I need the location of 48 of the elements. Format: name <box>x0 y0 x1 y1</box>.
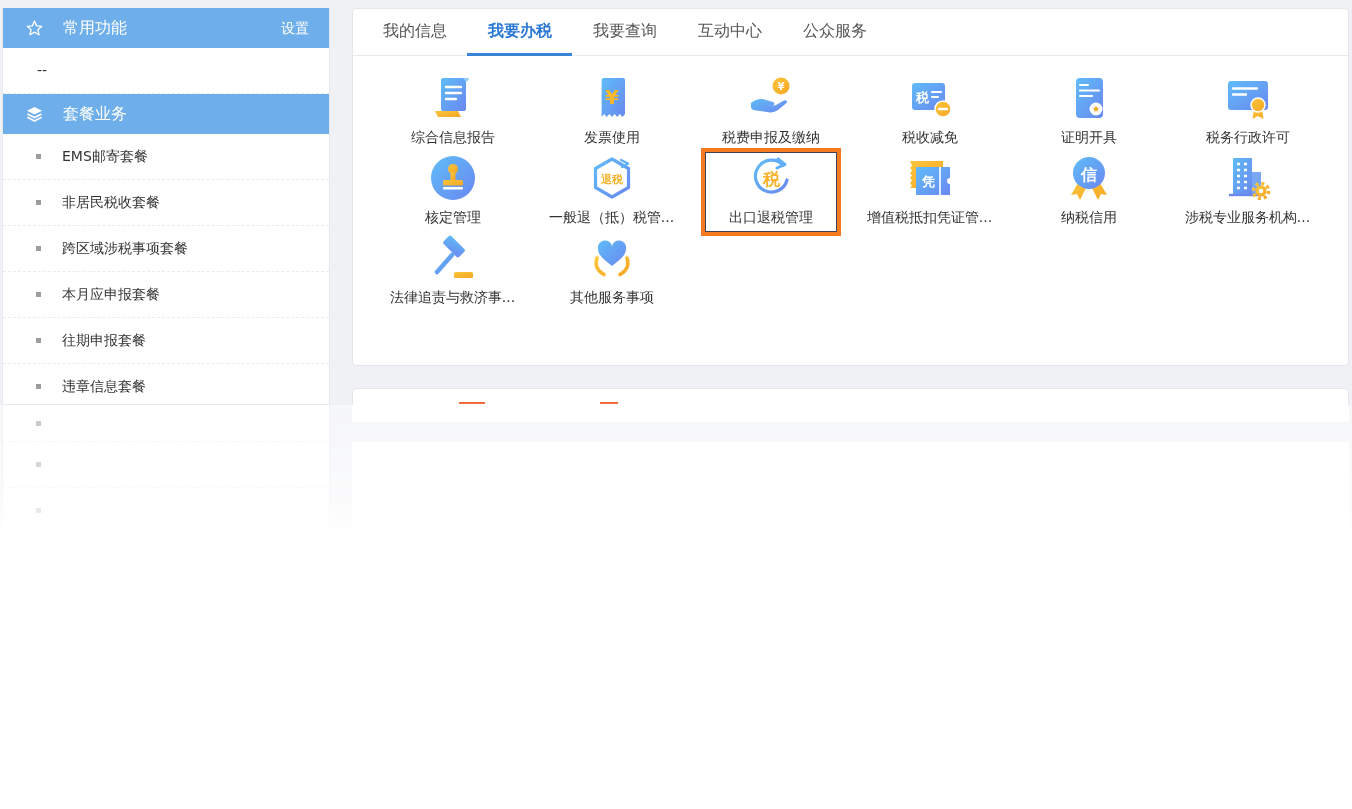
certificate-icon <box>1075 78 1103 118</box>
hexagon-arrow-icon <box>593 157 630 199</box>
accent-line <box>459 402 485 404</box>
menu-item[interactable]: 违章信息套餐 <box>3 376 146 397</box>
icon-character: 退税 <box>600 172 623 186</box>
menu-item[interactable]: EMS邮寄套餐 <box>3 146 148 167</box>
icon-character: 信 <box>1080 164 1097 184</box>
bullet-icon <box>36 200 41 205</box>
heart-hands-icon <box>593 240 630 277</box>
menu-item[interactable]: 本月应申报套餐 <box>3 284 160 305</box>
icon-character: ¥ <box>604 85 619 109</box>
bullet-icon <box>36 420 41 426</box>
certificate-award-icon <box>1227 81 1268 119</box>
document-icon <box>434 78 469 117</box>
section-title: 套餐业务 <box>63 103 127 125</box>
layers-icon <box>26 105 43 123</box>
bullet-icon <box>36 462 41 467</box>
medal-icon <box>1070 157 1107 200</box>
bullet-icon <box>36 384 41 389</box>
icon-character: ¥ <box>777 81 784 92</box>
icon-character: 凭 <box>921 174 934 189</box>
icon-character: 税 <box>915 90 928 105</box>
empty-placeholder-text: -- <box>37 61 48 80</box>
tax-card-minus-icon <box>911 83 952 118</box>
gavel-icon <box>434 235 473 278</box>
star-icon <box>26 19 43 37</box>
tab[interactable]: 互动中心 <box>677 9 782 56</box>
receipt-icon <box>600 78 625 117</box>
section-title: 常用功能 <box>63 17 127 39</box>
circular-arrow-icon <box>753 157 789 194</box>
bullet-icon <box>36 338 41 343</box>
menu-item[interactable]: 非居民税收套餐 <box>3 192 160 213</box>
ticket-icon <box>909 161 950 196</box>
stamp-icon <box>430 156 475 200</box>
tab[interactable]: 我的信息 <box>362 9 467 56</box>
service-link[interactable]: 税 出口退税管理 <box>700 148 841 236</box>
menu-item[interactable]: 跨区域涉税事项套餐 <box>3 238 188 259</box>
building-gear-icon <box>1228 158 1270 201</box>
hand-coin-icon <box>750 77 789 113</box>
menu-item[interactable]: 往期申报套餐 <box>3 330 146 351</box>
bullet-icon <box>36 292 41 297</box>
tab[interactable]: 我要办税 <box>467 9 572 56</box>
bullet-icon <box>36 154 41 159</box>
accent-line <box>600 402 618 404</box>
tab[interactable]: 我要查询 <box>572 9 677 56</box>
tab[interactable]: 公众服务 <box>782 9 887 56</box>
bullet-icon <box>36 246 41 251</box>
icon-character: 税 <box>762 169 779 189</box>
